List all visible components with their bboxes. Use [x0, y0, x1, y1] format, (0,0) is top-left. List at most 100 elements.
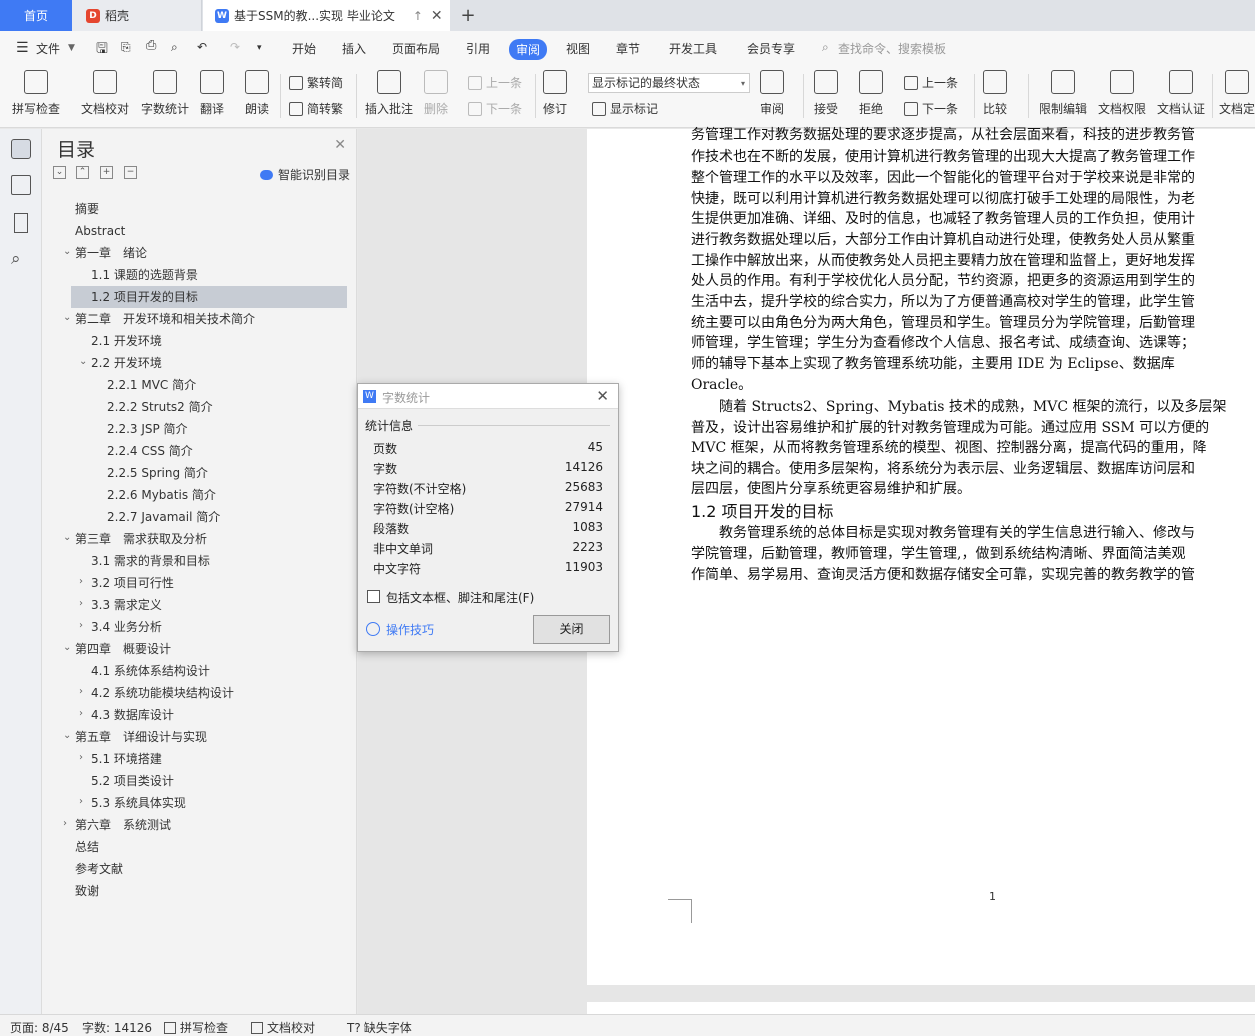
menu-member[interactable]: 会员专享: [747, 40, 795, 57]
menu-start[interactable]: 开始: [292, 40, 316, 57]
toc-item[interactable]: 4.2 系统功能模块结构设计: [91, 682, 234, 704]
dialog-titlebar[interactable]: W 字数统计 ✕: [358, 384, 618, 409]
toc-item[interactable]: 5.3 系统具体实现: [91, 792, 186, 814]
toc-item[interactable]: 2.2.2 Struts2 简介: [107, 396, 213, 418]
tab-daoke[interactable]: D 稻壳: [72, 0, 202, 31]
page-indicator[interactable]: 页面: 8/45: [10, 1019, 69, 1036]
toc-item[interactable]: 总结: [75, 836, 99, 858]
toc-item[interactable]: 1.2 项目开发的目标: [91, 286, 198, 308]
chevron-down-icon[interactable]: ⌄: [63, 532, 71, 543]
doc-permission-button[interactable]: 文档权限: [1098, 70, 1146, 117]
quick-access-dropdown-icon[interactable]: ▾: [257, 43, 262, 53]
new-tab-button[interactable]: +: [456, 0, 480, 31]
toc-item[interactable]: 3.4 业务分析: [91, 616, 162, 638]
command-search[interactable]: 查找命令、搜索模板: [838, 40, 946, 57]
spellcheck-status[interactable]: 拼写检查: [164, 1019, 228, 1036]
reject-button[interactable]: 拒绝: [859, 70, 883, 117]
prev-change-button[interactable]: 上一条: [904, 74, 958, 91]
toc-item[interactable]: 4.3 数据库设计: [91, 704, 174, 726]
expand-all-icon[interactable]: ⌃: [76, 166, 89, 179]
chevron-down-icon[interactable]: ⌄: [63, 730, 71, 741]
toc-item[interactable]: 第一章 绪论: [75, 242, 147, 264]
tips-link[interactable]: 操作技巧: [386, 621, 434, 638]
toc-item[interactable]: 3.2 项目可行性: [91, 572, 174, 594]
chevron-right-icon[interactable]: ›: [63, 818, 67, 829]
word-count-button[interactable]: 字数统计: [141, 70, 189, 117]
toc-item[interactable]: Abstract: [75, 220, 125, 242]
tab-home[interactable]: 首页: [0, 0, 72, 31]
toc-item[interactable]: 2.2.1 MVC 简介: [107, 374, 196, 396]
chevron-right-icon[interactable]: ›: [79, 708, 83, 719]
toc-item[interactable]: 2.1 开发环境: [91, 330, 162, 352]
redo-icon[interactable]: ↷: [230, 40, 240, 54]
prev-comment-button[interactable]: 上一条: [468, 74, 522, 91]
menu-file[interactable]: 文件: [36, 40, 60, 57]
proofread-status[interactable]: 文档校对: [251, 1019, 315, 1036]
doc-certify-button[interactable]: 文档认证: [1157, 70, 1205, 117]
close-icon[interactable]: ✕: [596, 387, 609, 405]
toc-item[interactable]: 第二章 开发环境和相关技术简介: [75, 308, 255, 330]
menu-chapter[interactable]: 章节: [616, 40, 640, 57]
toc-item[interactable]: 第六章 系统测试: [75, 814, 171, 836]
document-page-next[interactable]: [587, 1002, 1255, 1014]
read-aloud-button[interactable]: 朗读: [245, 70, 269, 117]
menu-review[interactable]: 审阅: [509, 39, 548, 60]
toc-item[interactable]: 摘要: [75, 198, 99, 220]
chevron-down-icon[interactable]: ⌄: [79, 356, 87, 367]
hamburger-icon[interactable]: ☰: [16, 40, 29, 56]
next-change-button[interactable]: 下一条: [904, 100, 958, 117]
chevron-right-icon[interactable]: ›: [79, 576, 83, 587]
close-icon[interactable]: ✕: [334, 137, 346, 153]
print-preview-icon[interactable]: ⌕: [171, 40, 178, 55]
markup-mode-select[interactable]: 显示标记的最终状态 ▾: [588, 73, 750, 93]
chevron-down-icon[interactable]: ⌄: [63, 312, 71, 323]
chevron-right-icon[interactable]: ›: [79, 598, 83, 609]
menu-insert[interactable]: 插入: [342, 40, 366, 57]
menu-view[interactable]: 视图: [566, 40, 590, 57]
toc-item[interactable]: 2.2.4 CSS 简介: [107, 440, 193, 462]
menu-page-layout[interactable]: 页面布局: [392, 40, 440, 57]
chevron-right-icon[interactable]: ›: [79, 796, 83, 807]
chevron-right-icon[interactable]: ›: [79, 686, 83, 697]
remove-heading-icon[interactable]: −: [124, 166, 137, 179]
toc-item[interactable]: 2.2.7 Javamail 简介: [107, 506, 220, 528]
chevron-down-icon[interactable]: ⌄: [63, 246, 71, 257]
spellcheck-button[interactable]: 拼写检查: [12, 70, 60, 117]
add-heading-icon[interactable]: +: [100, 166, 113, 179]
close-tab-icon[interactable]: ✕: [431, 8, 443, 24]
save-icon[interactable]: 🖫: [96, 38, 108, 62]
next-comment-button[interactable]: 下一条: [468, 100, 522, 117]
toc-item[interactable]: 1.1 课题的选题背景: [91, 264, 198, 286]
show-markup-button[interactable]: 显示标记: [592, 100, 658, 117]
toc-item[interactable]: 4.1 系统体系结构设计: [91, 660, 210, 682]
toc-item[interactable]: 3.3 需求定义: [91, 594, 162, 616]
search-icon[interactable]: ⌕: [11, 249, 31, 269]
bookmark-icon[interactable]: [14, 213, 28, 233]
toc-item[interactable]: 2.2 开发环境: [91, 352, 162, 374]
toc-item[interactable]: 第三章 需求获取及分析: [75, 528, 207, 550]
export-icon[interactable]: ⎘: [121, 40, 131, 55]
close-button[interactable]: 关闭: [533, 615, 610, 644]
outline-icon[interactable]: [11, 175, 31, 195]
doc-proofread-button[interactable]: 文档校对: [81, 70, 129, 117]
toc-item[interactable]: 参考文献: [75, 858, 123, 880]
tab-document[interactable]: W 基于SSM的教...实现 毕业论文 ↑ ✕: [203, 0, 450, 31]
toc-item[interactable]: 3.1 需求的背景和目标: [91, 550, 210, 572]
chevron-right-icon[interactable]: ›: [79, 752, 83, 763]
chevron-down-icon[interactable]: ⌄: [63, 642, 71, 653]
toc-item[interactable]: 2.2.3 JSP 简介: [107, 418, 188, 440]
menu-reference[interactable]: 引用: [466, 40, 490, 57]
translate-button[interactable]: 翻译: [200, 70, 224, 117]
menu-developer[interactable]: 开发工具: [669, 40, 717, 57]
chevron-down-icon[interactable]: ▼: [68, 43, 75, 53]
print-icon[interactable]: ⎙: [146, 38, 156, 53]
accept-button[interactable]: 接受: [814, 70, 838, 117]
collapse-all-icon[interactable]: ⌄: [53, 166, 66, 179]
include-textbox-checkbox[interactable]: [367, 590, 380, 603]
chevron-right-icon[interactable]: ›: [79, 620, 83, 631]
simplified-to-traditional-button[interactable]: 简转繁: [289, 100, 343, 117]
insert-comment-button[interactable]: 插入批注: [365, 70, 413, 117]
pin-icon[interactable]: ↑: [413, 9, 423, 23]
undo-icon[interactable]: ↶: [197, 40, 207, 54]
track-changes-button[interactable]: 修订: [543, 70, 567, 117]
